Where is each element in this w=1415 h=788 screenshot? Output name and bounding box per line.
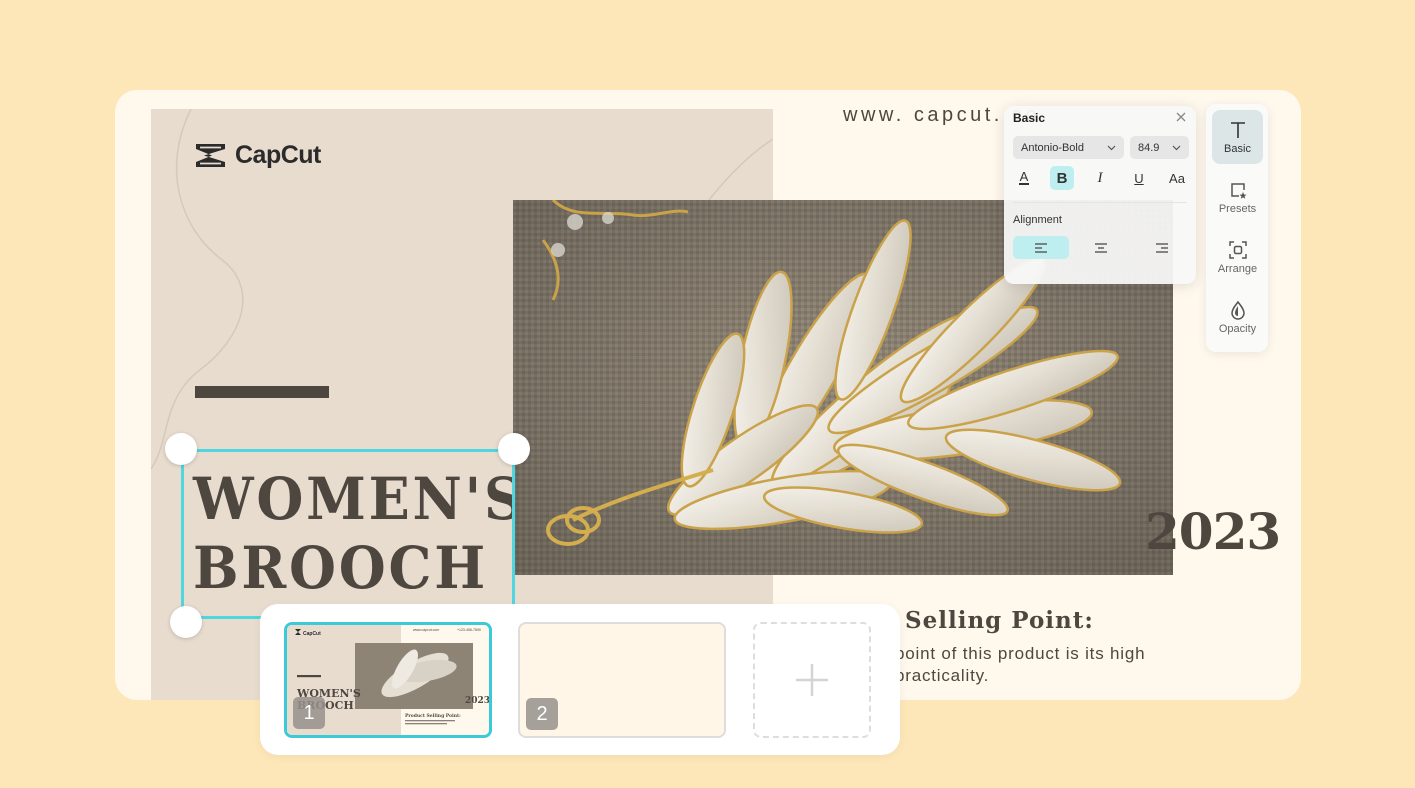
brand-name: CapCut (235, 141, 321, 169)
font-family-value: Antonio-Bold (1021, 141, 1084, 154)
text-icon (1230, 121, 1245, 138)
toolbar-presets-button[interactable]: Presets (1212, 170, 1263, 224)
toolbar-basic-label: Basic (1224, 142, 1251, 155)
title-dash-bar (195, 386, 329, 398)
basic-panel-title: Basic (1013, 111, 1046, 125)
align-center-button[interactable] (1073, 236, 1129, 259)
chevron-down-icon (1172, 145, 1181, 150)
panel-divider (1013, 202, 1187, 203)
align-right-icon (1156, 242, 1168, 253)
title-line-2: BROOCH (193, 534, 489, 602)
alignment-label: Alignment (1013, 214, 1062, 226)
title-line-1: WOMEN'S (193, 465, 526, 533)
toolbar-arrange-button[interactable]: Arrange (1212, 230, 1263, 284)
resize-handle-bottom-left[interactable] (170, 606, 202, 638)
toolbar-arrange-label: Arrange (1217, 262, 1258, 275)
align-center-icon (1095, 242, 1107, 253)
toolbar-opacity-button[interactable]: Opacity (1212, 290, 1263, 344)
page-strip: CapCut www.capcut.com +123-456-7890 WOME… (260, 604, 900, 755)
selling-point-line-1: point of this product is its high (895, 644, 1146, 663)
italic-button[interactable]: I (1088, 166, 1112, 190)
capcut-logo-icon (196, 144, 225, 167)
selling-point-heading[interactable]: Selling Point: (905, 607, 1094, 634)
page-thumbnail-1[interactable]: CapCut www.capcut.com +123-456-7890 WOME… (284, 622, 492, 738)
selling-point-body[interactable]: point of this product is its high practi… (895, 643, 1195, 687)
year-text[interactable]: 2023 (1145, 502, 1281, 561)
side-toolbar: Basic Presets Arrange Opacity (1206, 104, 1268, 352)
thumb-url-text: www.capcut.com (413, 628, 439, 632)
title-text-box[interactable]: WOMEN'S BROOCH (193, 465, 526, 603)
close-icon[interactable] (1174, 110, 1188, 124)
page-number-2: 2 (526, 698, 558, 730)
capcut-logo: CapCut (194, 141, 321, 170)
selling-point-line-2: practicality. (895, 666, 990, 685)
thumb-brand-name: CapCut (303, 631, 321, 637)
toolbar-basic-button[interactable]: Basic (1212, 110, 1263, 164)
text-color-button[interactable]: A (1012, 166, 1036, 190)
thumb-selling-heading: Product Selling Point: (405, 713, 461, 719)
thumb-year-text: 2023 (465, 696, 489, 706)
font-family-select[interactable]: Antonio-Bold (1013, 136, 1124, 159)
align-left-icon (1035, 242, 1047, 253)
toolbar-opacity-label: Opacity (1218, 322, 1257, 335)
text-color-icon: A (1019, 169, 1029, 184)
align-left-button[interactable] (1013, 236, 1069, 259)
arrange-icon (1228, 240, 1247, 259)
align-right-button[interactable] (1134, 236, 1190, 259)
resize-handle-top-left[interactable] (165, 433, 197, 465)
resize-handle-top-right[interactable] (498, 433, 530, 465)
page-number-1: 1 (293, 697, 325, 729)
page-thumbnail-2[interactable]: 2 (518, 622, 726, 738)
font-size-select[interactable]: 84.9 (1130, 136, 1189, 159)
plus-icon (796, 664, 828, 696)
opacity-icon (1230, 300, 1245, 320)
toolbar-presets-label: Presets (1218, 202, 1257, 215)
chevron-down-icon (1107, 145, 1116, 150)
font-size-value: 84.9 (1138, 141, 1160, 154)
add-page-button[interactable] (753, 622, 871, 738)
thumb-phone-text: +123-456-7890 (457, 628, 481, 632)
basic-text-panel: Basic Antonio-Bold 84.9 A B I U Aa Align… (1004, 106, 1196, 284)
bold-button[interactable]: B (1050, 166, 1074, 190)
underline-button[interactable]: U (1127, 166, 1151, 190)
presets-icon (1230, 182, 1246, 199)
text-case-button[interactable]: Aa (1165, 166, 1189, 190)
